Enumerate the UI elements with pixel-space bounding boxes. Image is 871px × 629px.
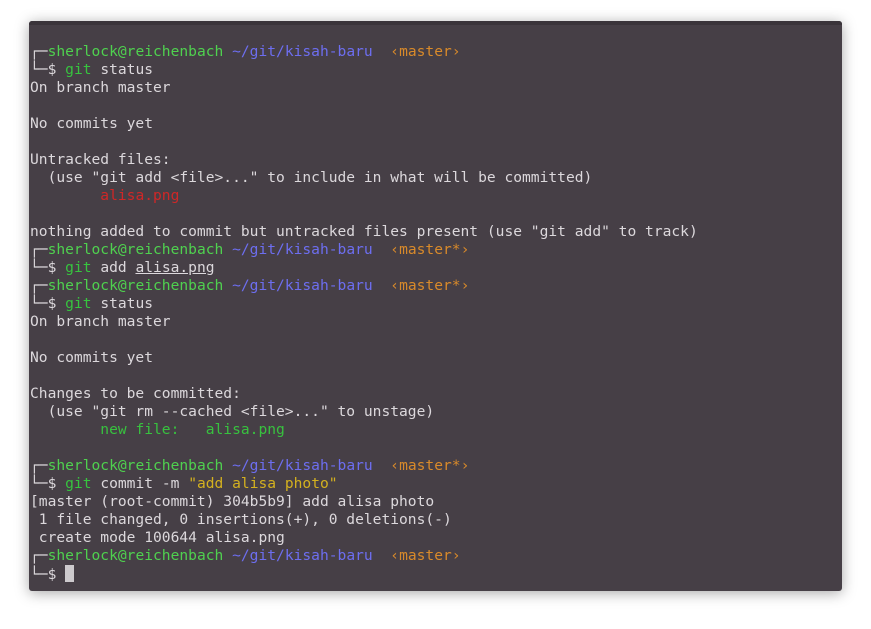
output-text: (use "git add <file>..." to include in w… (30, 169, 593, 186)
output-line: Untracked files: (30, 151, 842, 169)
prompt-symbol: $ (47, 295, 57, 312)
prompt-corner: └─ (30, 295, 48, 312)
output-line: [master (root-commit) 304b5b9] add alisa… (30, 493, 842, 511)
commit-message-arg: "add alisa photo" (188, 475, 338, 492)
output-line: (use "git rm --cached <file>..." to unst… (30, 403, 842, 421)
output-text: No commits yet (30, 115, 154, 132)
prompt-git-branch: ‹master*› (390, 457, 470, 474)
staged-file: alisa.png (205, 421, 285, 438)
prompt-corner: └─ (30, 475, 48, 492)
command-line: └─$ git status (30, 295, 842, 313)
prompt-corner: ┌─ (30, 241, 48, 258)
untracked-file: alisa.png (100, 187, 180, 204)
prompt-corner: ┌─ (30, 547, 48, 564)
command-args: status (91, 61, 154, 78)
output-text: No commits yet (30, 349, 154, 366)
terminal-window[interactable]: ┌─sherlock@reichenbach ~/git/kisah-baru … (29, 21, 842, 591)
output-text: Changes to be committed: (30, 385, 241, 402)
command-name: git (65, 295, 92, 312)
output-line: 1 file changed, 0 insertions(+), 0 delet… (30, 511, 842, 529)
prompt-corner: └─ (30, 259, 48, 276)
active-prompt-line: └─$ (30, 565, 842, 583)
prompt-symbol: $ (47, 566, 57, 583)
prompt-symbol: $ (47, 475, 57, 492)
prompt-corner: └─ (30, 61, 48, 78)
prompt-symbol: $ (47, 61, 57, 78)
output-text: On branch master (30, 79, 171, 96)
prompt-path: ~/git/kisah-baru (232, 43, 373, 60)
prompt-line: ┌─sherlock@reichenbach ~/git/kisah-baru … (30, 277, 842, 295)
prompt-corner: ┌─ (30, 277, 48, 294)
command-args: commit -m (91, 475, 189, 492)
untracked-file-line: alisa.png (30, 187, 842, 205)
output-line: No commits yet (30, 115, 842, 133)
terminal-output[interactable]: ┌─sherlock@reichenbach ~/git/kisah-baru … (30, 43, 842, 583)
prompt-user-host: sherlock@reichenbach (47, 277, 224, 294)
prompt-corner: ┌─ (30, 457, 48, 474)
prompt-user-host: sherlock@reichenbach (47, 457, 224, 474)
output-line: nothing added to commit but untracked fi… (30, 223, 842, 241)
prompt-user-host: sherlock@reichenbach (47, 43, 224, 60)
prompt-path: ~/git/kisah-baru (232, 457, 373, 474)
prompt-line: ┌─sherlock@reichenbach ~/git/kisah-baru … (30, 457, 842, 475)
prompt-line: ┌─sherlock@reichenbach ~/git/kisah-baru … (30, 547, 842, 565)
prompt-path: ~/git/kisah-baru (232, 277, 373, 294)
prompt-git-branch: ‹master› (390, 547, 461, 564)
prompt-user-host: sherlock@reichenbach (47, 547, 224, 564)
prompt-corner: └─ (30, 566, 48, 583)
terminal-cursor[interactable] (65, 565, 75, 582)
prompt-user-host: sherlock@reichenbach (47, 241, 224, 258)
command-name: git (65, 259, 92, 276)
command-args: add (91, 259, 136, 276)
output-line: On branch master (30, 79, 842, 97)
command-args: status (91, 295, 154, 312)
prompt-git-branch: ‹master*› (390, 241, 470, 258)
staged-label: new file: (100, 421, 206, 438)
output-line: On branch master (30, 313, 842, 331)
command-name: git (65, 61, 92, 78)
output-text: create mode 100644 alisa.png (30, 529, 285, 546)
command-line: └─$ git commit -m "add alisa photo" (30, 475, 842, 493)
command-name: git (65, 475, 92, 492)
prompt-path: ~/git/kisah-baru (232, 547, 373, 564)
output-text: Untracked files: (30, 151, 171, 168)
staged-file-line: new file: alisa.png (30, 421, 842, 439)
output-line: create mode 100644 alisa.png (30, 529, 842, 547)
output-line: Changes to be committed: (30, 385, 842, 403)
prompt-symbol: $ (47, 259, 57, 276)
output-text: On branch master (30, 313, 171, 330)
output-line: No commits yet (30, 349, 842, 367)
prompt-git-branch: ‹master› (390, 43, 461, 60)
command-line: └─$ git add alisa.png (30, 259, 842, 277)
output-text: nothing added to commit but untracked fi… (30, 223, 698, 240)
output-text: (use "git rm --cached <file>..." to unst… (30, 403, 435, 420)
prompt-corner: ┌─ (30, 43, 48, 60)
prompt-path: ~/git/kisah-baru (232, 241, 373, 258)
prompt-git-branch: ‹master*› (390, 277, 470, 294)
output-line: (use "git add <file>..." to include in w… (30, 169, 842, 187)
prompt-line: ┌─sherlock@reichenbach ~/git/kisah-baru … (30, 241, 842, 259)
output-text: 1 file changed, 0 insertions(+), 0 delet… (30, 511, 452, 528)
command-line: └─$ git status (30, 61, 842, 79)
prompt-line: ┌─sherlock@reichenbach ~/git/kisah-baru … (30, 43, 842, 61)
output-text: [master (root-commit) 304b5b9] add alisa… (30, 493, 435, 510)
command-file-arg: alisa.png (135, 259, 215, 276)
window-top-bar (29, 21, 842, 25)
